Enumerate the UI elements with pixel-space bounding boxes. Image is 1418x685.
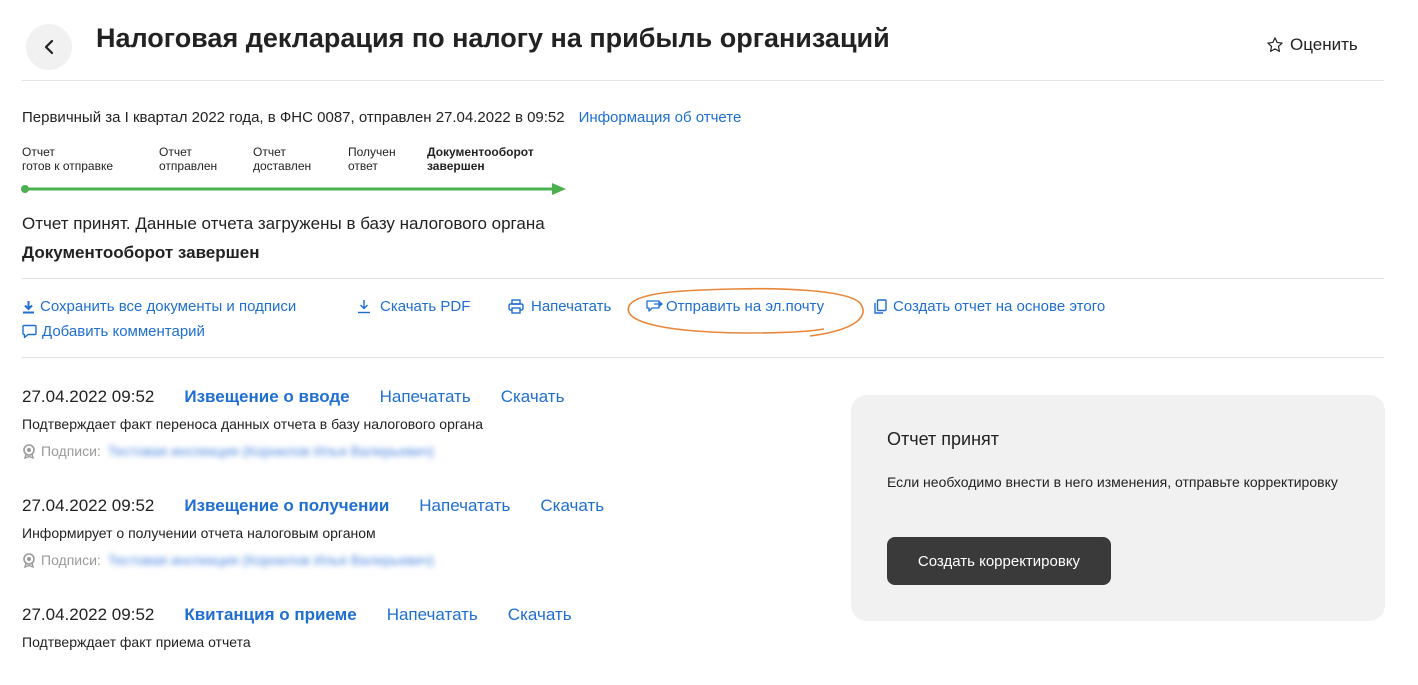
step-line2: готов к отправке [22,159,114,173]
step-line1: Отчет [159,145,192,159]
step-sent: Отчет отправлен [159,145,217,173]
print-button[interactable]: Напечатать [508,298,611,315]
event-download-link[interactable]: Скачать [540,496,604,516]
event-title-link[interactable]: Извещение о вводе [184,387,349,407]
download-icon [23,300,34,313]
event-description: Подтверждает факт приема отчета [22,634,251,650]
status-text: Отчет принят. Данные отчета загружены в … [22,214,545,233]
print-label: Напечатать [531,298,612,315]
correction-card: Отчет принят Если необходимо внести в не… [851,395,1385,621]
event-description: Информирует о получении отчета налоговым… [22,525,376,541]
event-signatures: Подписи: Тестовая инспекция (Корнилов Ил… [22,443,434,459]
step-line1: Отчет [22,145,55,159]
report-info-text: Первичный за I квартал 2022 года, в ФНС … [22,109,565,126]
header-divider [22,80,1384,81]
event-header: 27.04.2022 09:52 Извещение о вводе Напеч… [22,387,564,407]
signatures-value[interactable]: Тестовая инспекция (Корнилов Илья Валерь… [108,552,434,568]
signature-badge-icon [23,443,35,459]
star-outline-icon [1267,37,1283,52]
page-title: Налоговая декларация по налогу на прибыл… [96,23,890,53]
download-pdf-button[interactable]: Скачать PDF [357,298,470,315]
step-line2: ответ [348,159,378,173]
step-line2: отправлен [159,159,218,173]
status-divider [22,278,1384,279]
copy-icon [874,299,887,314]
step-line1: Получен [348,145,396,159]
create-correction-button[interactable]: Создать корректировку [887,537,1111,585]
event-header: 27.04.2022 09:52 Квитанция о приеме Напе… [22,605,572,625]
event-print-link[interactable]: Напечатать [419,496,510,516]
highlight-annotation [627,287,864,337]
add-comment-label: Добавить комментарий [42,323,205,340]
save-all-label: Сохранить все документы и подписи [40,298,297,315]
event-download-link[interactable]: Скачать [508,605,572,625]
rate-button[interactable]: Оценить [1266,35,1358,55]
signatures-value[interactable]: Тестовая инспекция (Корнилов Илья Валерь… [108,443,434,459]
step-delivered: Отчет доставлен [253,145,311,173]
report-info-link[interactable]: Информация об отчете [579,109,742,126]
comment-icon [22,324,37,339]
step-line1: Документооборот [427,145,534,159]
step-ready: Отчет готов к отправке [22,145,113,173]
event-title-link[interactable]: Извещение о получении [184,496,389,516]
step-line2: доставлен [253,159,312,173]
save-all-button[interactable]: Сохранить все документы и подписи [22,298,296,315]
report-info: Первичный за I квартал 2022 года, в ФНС … [22,109,741,126]
event-datetime: 27.04.2022 09:52 [22,605,155,624]
card-title: Отчет принят [887,429,1000,449]
add-comment-button[interactable]: Добавить комментарий [22,323,205,340]
create-based-label: Создать отчет на основе этого [893,298,1106,315]
download-outline-icon [358,300,370,314]
event-print-link[interactable]: Напечатать [380,387,471,407]
step-line1: Отчет [253,145,286,159]
rate-label: Оценить [1290,35,1358,54]
event-description: Подтверждает факт переноса данных отчета… [22,416,483,432]
back-button[interactable] [26,24,72,70]
status-title: Документооборот завершен [22,243,260,262]
event-title-link[interactable]: Квитанция о приеме [184,605,356,625]
printer-icon [508,299,524,314]
signatures-label: Подписи: [41,552,101,568]
event-datetime: 27.04.2022 09:52 [22,496,155,515]
step-response: Получен ответ [348,145,396,173]
event-header: 27.04.2022 09:52 Извещение о получении Н… [22,496,604,516]
event-download-link[interactable]: Скачать [501,387,565,407]
signature-badge-icon [23,552,35,568]
chevron-left-icon [44,39,54,55]
event-print-link[interactable]: Напечатать [387,605,478,625]
actions-divider [22,357,1384,358]
create-based-button[interactable]: Создать отчет на основе этого [873,298,1105,315]
card-text: Если необходимо внести в него изменения,… [887,474,1338,490]
progress-bar [21,183,566,195]
event-signatures: Подписи: Тестовая инспекция (Корнилов Ил… [22,552,434,568]
signatures-label: Подписи: [41,443,101,459]
event-datetime: 27.04.2022 09:52 [22,387,155,406]
step-completed: Документооборот завершен [427,145,534,173]
download-pdf-label: Скачать PDF [380,298,471,315]
step-line2: завершен [427,159,485,173]
